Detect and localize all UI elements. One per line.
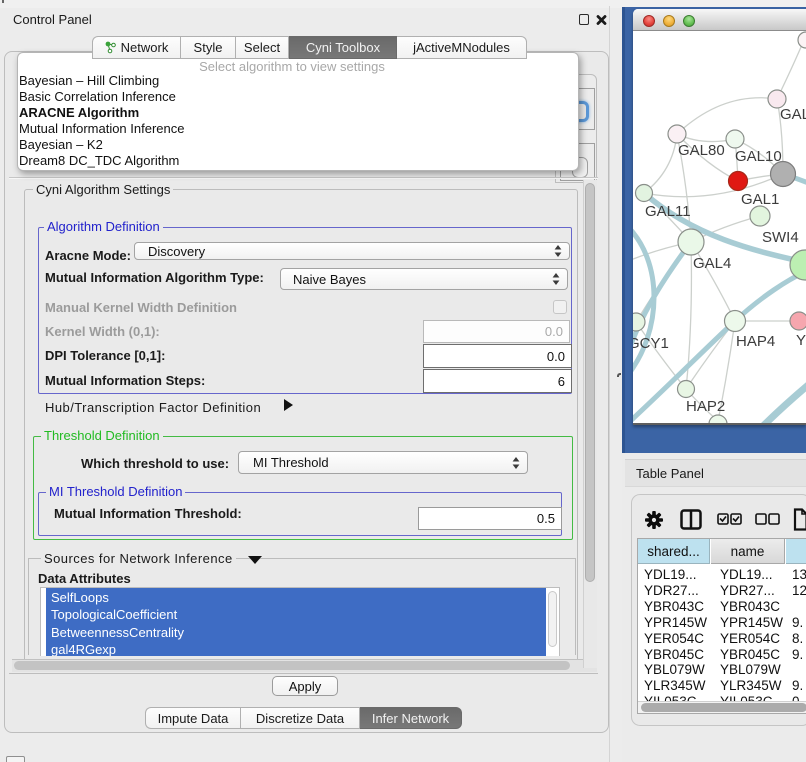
svg-text:GAL7: GAL7 — [780, 106, 806, 123]
svg-text:GAL4: GAL4 — [693, 255, 731, 272]
svg-text:HAP4: HAP4 — [736, 333, 775, 350]
svg-text:GCY1: GCY1 — [633, 335, 669, 352]
svg-text:GAL11: GAL11 — [645, 203, 691, 220]
svg-text:GAL80: GAL80 — [678, 142, 725, 159]
svg-text:GAL10: GAL10 — [735, 148, 782, 165]
svg-text:SWI4: SWI4 — [762, 229, 799, 246]
svg-text:HAP2: HAP2 — [686, 398, 725, 415]
svg-text:GAL1: GAL1 — [741, 191, 779, 208]
svg-text:YM: YM — [796, 332, 806, 349]
